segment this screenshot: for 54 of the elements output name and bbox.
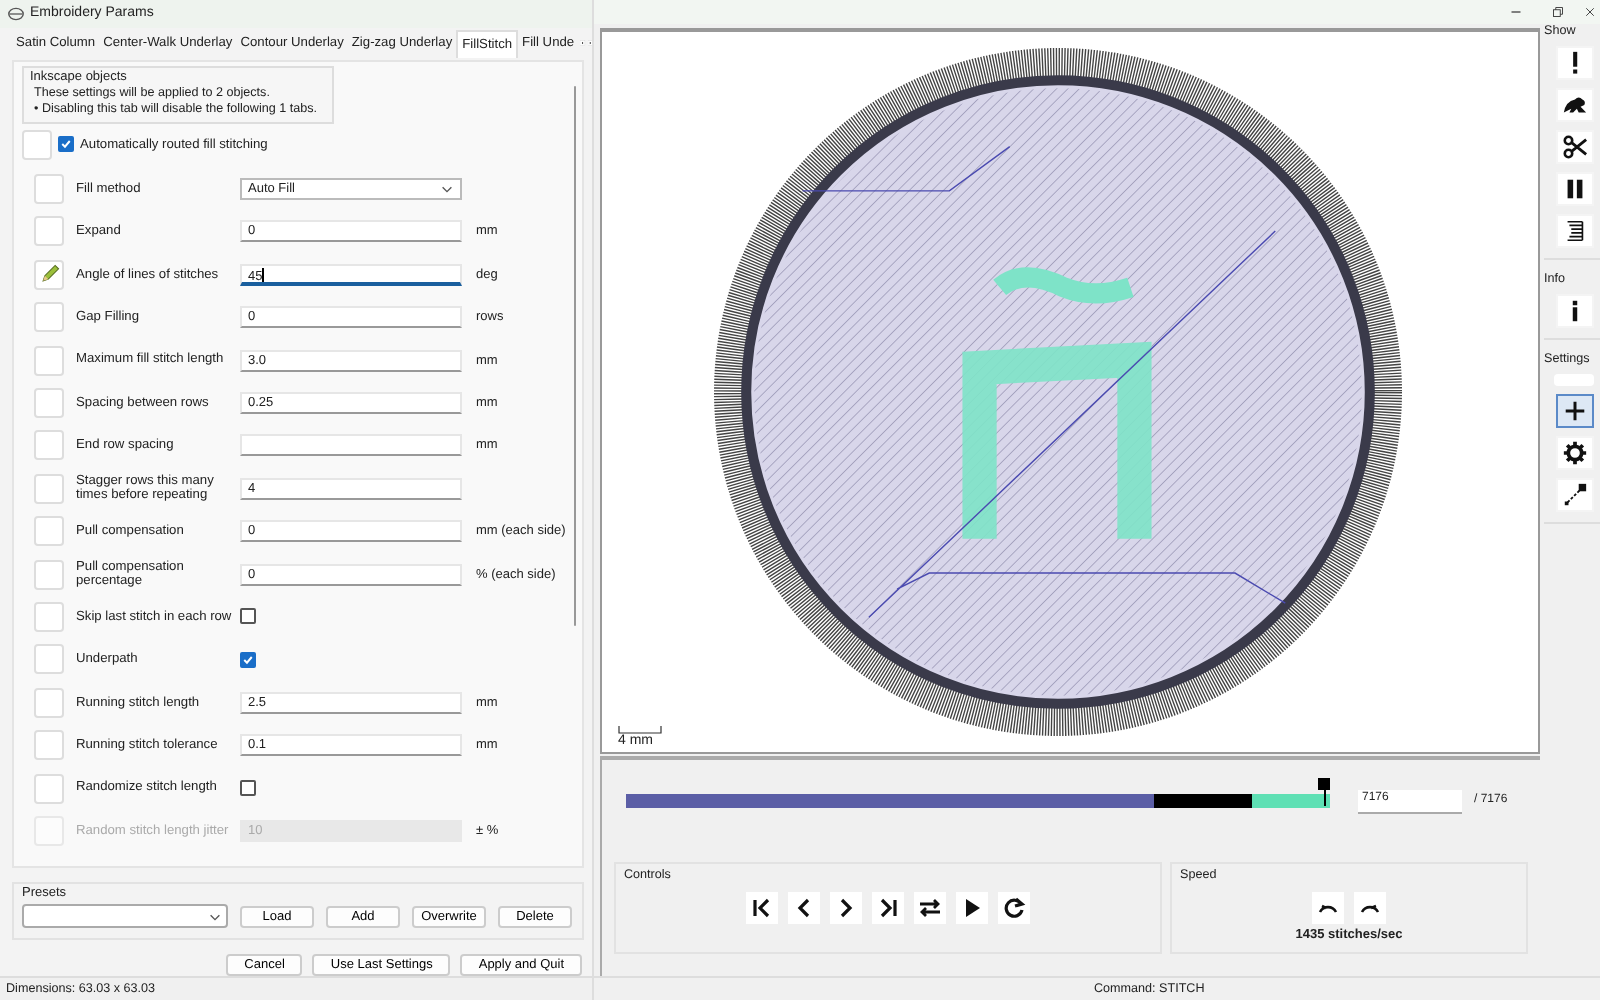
next-button[interactable] — [830, 892, 862, 924]
chevron-down-icon — [440, 182, 454, 197]
plus-icon[interactable] — [1555, 394, 1593, 428]
checkbox[interactable] — [240, 651, 256, 668]
restore-icon[interactable] — [1552, 6, 1564, 18]
enable-toggle[interactable] — [34, 473, 64, 504]
frog-icon[interactable] — [1555, 88, 1593, 122]
thumb-stem — [1323, 790, 1325, 806]
prev-button[interactable] — [788, 892, 820, 924]
last-button[interactable] — [872, 892, 904, 924]
swap-button[interactable] — [914, 892, 946, 924]
minimize-icon[interactable] — [1510, 6, 1522, 18]
app-icon — [8, 5, 24, 22]
enable-toggle[interactable] — [34, 644, 64, 675]
scrollbar[interactable] — [573, 85, 574, 627]
enable-toggle[interactable] — [34, 773, 64, 804]
enable-toggle[interactable] — [34, 730, 64, 761]
enable-toggle[interactable] — [34, 559, 64, 590]
reload-icon — [1002, 896, 1026, 920]
checkbox[interactable] — [240, 608, 256, 625]
close-icon[interactable] — [1584, 6, 1596, 18]
enable-toggle[interactable] — [34, 302, 64, 333]
slower-button[interactable] — [1312, 892, 1344, 924]
input-field[interactable] — [240, 434, 462, 457]
first-button[interactable] — [746, 892, 778, 924]
enable-toggle[interactable] — [34, 216, 64, 247]
enable-toggle[interactable] — [22, 129, 52, 160]
enable-toggle[interactable] — [34, 687, 64, 718]
checkbox[interactable] — [240, 780, 256, 797]
enable-toggle[interactable] — [34, 174, 64, 205]
warning-icon[interactable] — [1555, 46, 1593, 80]
info-icon[interactable] — [1555, 294, 1593, 328]
gear-icon[interactable] — [1555, 436, 1593, 470]
stitch-timeline[interactable] — [626, 778, 1330, 808]
skip-to-start-icon — [750, 896, 774, 920]
pause-icon[interactable] — [1555, 172, 1593, 206]
enable-toggle[interactable] — [34, 345, 64, 376]
play-button[interactable] — [956, 892, 988, 924]
enable-toggle[interactable] — [34, 388, 64, 419]
enable-toggle[interactable] — [34, 601, 64, 632]
play-icon — [960, 896, 984, 920]
timeline-thumb[interactable] — [1318, 778, 1330, 790]
scissors-icon[interactable] — [1555, 130, 1593, 164]
reload-button[interactable] — [998, 892, 1030, 924]
scale-bar-icon — [618, 726, 662, 734]
checkbox[interactable] — [58, 136, 74, 153]
page-icon[interactable] — [1555, 214, 1593, 248]
faster-button[interactable] — [1354, 892, 1386, 924]
enable-toggle[interactable] — [34, 259, 64, 290]
enable-toggle[interactable] — [34, 430, 64, 461]
enable-toggle[interactable] — [34, 516, 64, 547]
skip-to-end-icon — [876, 896, 900, 920]
chevron-down-icon — [208, 909, 222, 924]
swap-arrows-icon — [918, 896, 942, 920]
